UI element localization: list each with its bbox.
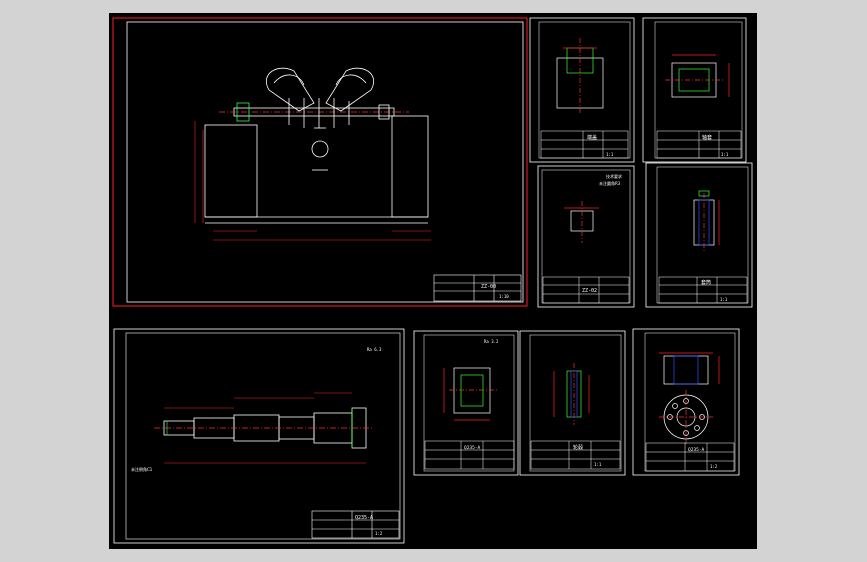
assembly-title-code: ZZ-00 [481, 284, 496, 290]
bracket-part [564, 201, 599, 243]
shaft-material: Q235-A [355, 515, 373, 521]
shaft-profile [154, 407, 374, 449]
gear-hub-scale: 1:1 [594, 462, 602, 467]
sleeve-part [693, 190, 720, 253]
bearing-seat-part [443, 367, 499, 421]
bearing-seat-frame [413, 330, 519, 476]
sleeve-sheet[interactable]: 套筒 1:1 [645, 162, 753, 308]
bearing-seat-material: Q235-A [464, 445, 481, 451]
bearing-seat-sheet[interactable]: Q235-A Ra 3.2 [413, 330, 519, 476]
cap-top-scale: 1:1 [606, 152, 614, 157]
support-frame [204, 115, 429, 224]
v-mixer-drum [266, 67, 374, 171]
shaft-tolerance-note: Ra 6.3 [367, 347, 382, 352]
bushing-name: 轴套 [702, 134, 712, 141]
shaft-scale: 1:2 [375, 531, 383, 536]
cad-drawing: ZZ-00 1:10 Ra 6.3 未注倒角C1 Q235-A 1:2 端盖 1… [112, 17, 753, 544]
sleeve-scale: 1:1 [720, 297, 728, 302]
assembly-scale: 1:10 [499, 294, 509, 299]
bushing-part [665, 54, 730, 98]
flange-scale: 1:2 [710, 464, 718, 469]
flange-material: Q235-A [688, 447, 705, 453]
flange-sheet[interactable]: Q235-A 1:2 [632, 328, 740, 476]
bushing-sheet[interactable]: 轴套 1:1 [642, 17, 747, 163]
cap-top-inner [538, 21, 631, 159]
shaft-inner-frame [125, 332, 401, 540]
shaft-tech-note: 未注倒角C1 [131, 466, 153, 472]
cap-top-title-block [540, 130, 629, 159]
cap-top-frame [529, 17, 635, 163]
bracket-frame [537, 165, 635, 308]
bracket-note-1: 技术要求 [606, 173, 622, 179]
gear-hub-name: 轮毂 [573, 444, 583, 451]
flange-plan [659, 390, 713, 444]
flange-section [659, 352, 720, 385]
assembly-dimensions [194, 121, 431, 241]
gear-hub-part [553, 363, 590, 425]
assembly-outer-frame [112, 17, 528, 307]
sleeve-name: 套筒 [701, 279, 711, 286]
cap-top-name: 端盖 [587, 134, 597, 141]
gear-hub-sheet[interactable]: 轮毂 1:1 [519, 330, 626, 476]
bracket-part-no: ZZ-02 [582, 288, 597, 294]
assembly-sheet[interactable]: ZZ-00 1:10 [112, 17, 528, 307]
assembly-inner-frame [126, 21, 524, 303]
bracket-inner [541, 169, 631, 304]
gear-hub-frame [519, 330, 626, 476]
shaft-sheet[interactable]: Ra 6.3 未注倒角C1 Q235-A 1:2 [113, 328, 405, 544]
bracket-sheet[interactable]: 技术要求 未注圆角R3 ZZ-02 [537, 165, 635, 308]
drawing-canvas: ZZ-00 1:10 Ra 6.3 未注倒角C1 Q235-A 1:2 端盖 1… [109, 13, 757, 549]
bearing-seat-tech: Ra 3.2 [484, 339, 499, 344]
cap-top-part [556, 38, 604, 113]
bracket-note-2: 未注圆角R3 [599, 180, 621, 186]
bushing-frame [642, 17, 747, 163]
bushing-title-block [656, 130, 742, 159]
cap-top-sheet[interactable]: 端盖 1:1 [529, 17, 635, 163]
bushing-scale: 1:1 [721, 152, 729, 157]
